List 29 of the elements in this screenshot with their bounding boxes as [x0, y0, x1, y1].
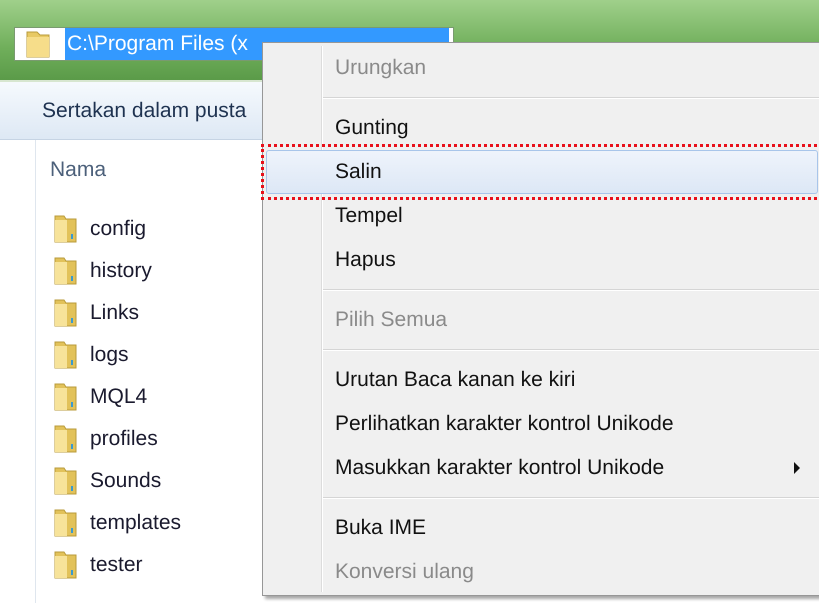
- menu-item[interactable]: Gunting: [266, 106, 818, 150]
- folder-icon: [52, 340, 78, 370]
- file-name[interactable]: Links: [90, 296, 140, 328]
- menu-item[interactable]: Masukkan karakter kontrol Unikode: [266, 446, 818, 490]
- menu-item[interactable]: Hapus: [266, 238, 818, 282]
- file-name[interactable]: config: [90, 212, 146, 244]
- folder-icon: [52, 214, 78, 244]
- folder-icon: [25, 29, 51, 59]
- menu-item[interactable]: Buka IME: [266, 506, 818, 550]
- file-name[interactable]: templates: [90, 506, 182, 538]
- file-name[interactable]: Sounds: [90, 464, 162, 496]
- file-name[interactable]: tester: [90, 548, 143, 580]
- folder-icon: [52, 466, 78, 496]
- folder-icon: [52, 256, 78, 286]
- folder-icon: [52, 298, 78, 328]
- column-header[interactable]: Nama: [50, 158, 106, 181]
- file-name[interactable]: logs: [90, 338, 129, 370]
- folder-icon: [52, 508, 78, 538]
- folder-icon: [52, 550, 78, 580]
- menu-item[interactable]: Perlihatkan karakter kontrol Unikode: [266, 402, 818, 446]
- folder-icon: [52, 424, 78, 454]
- folder-icon: [52, 382, 78, 412]
- menu-item[interactable]: Urutan Baca kanan ke kiri: [266, 358, 818, 402]
- menu-item[interactable]: Salin: [266, 150, 818, 194]
- file-name[interactable]: profiles: [90, 422, 158, 454]
- menu-item[interactable]: Tempel: [266, 194, 818, 238]
- file-name[interactable]: history: [90, 254, 152, 286]
- toolbar-button[interactable]: Sertakan dalam pusta: [42, 94, 246, 126]
- file-name[interactable]: MQL4: [90, 380, 148, 412]
